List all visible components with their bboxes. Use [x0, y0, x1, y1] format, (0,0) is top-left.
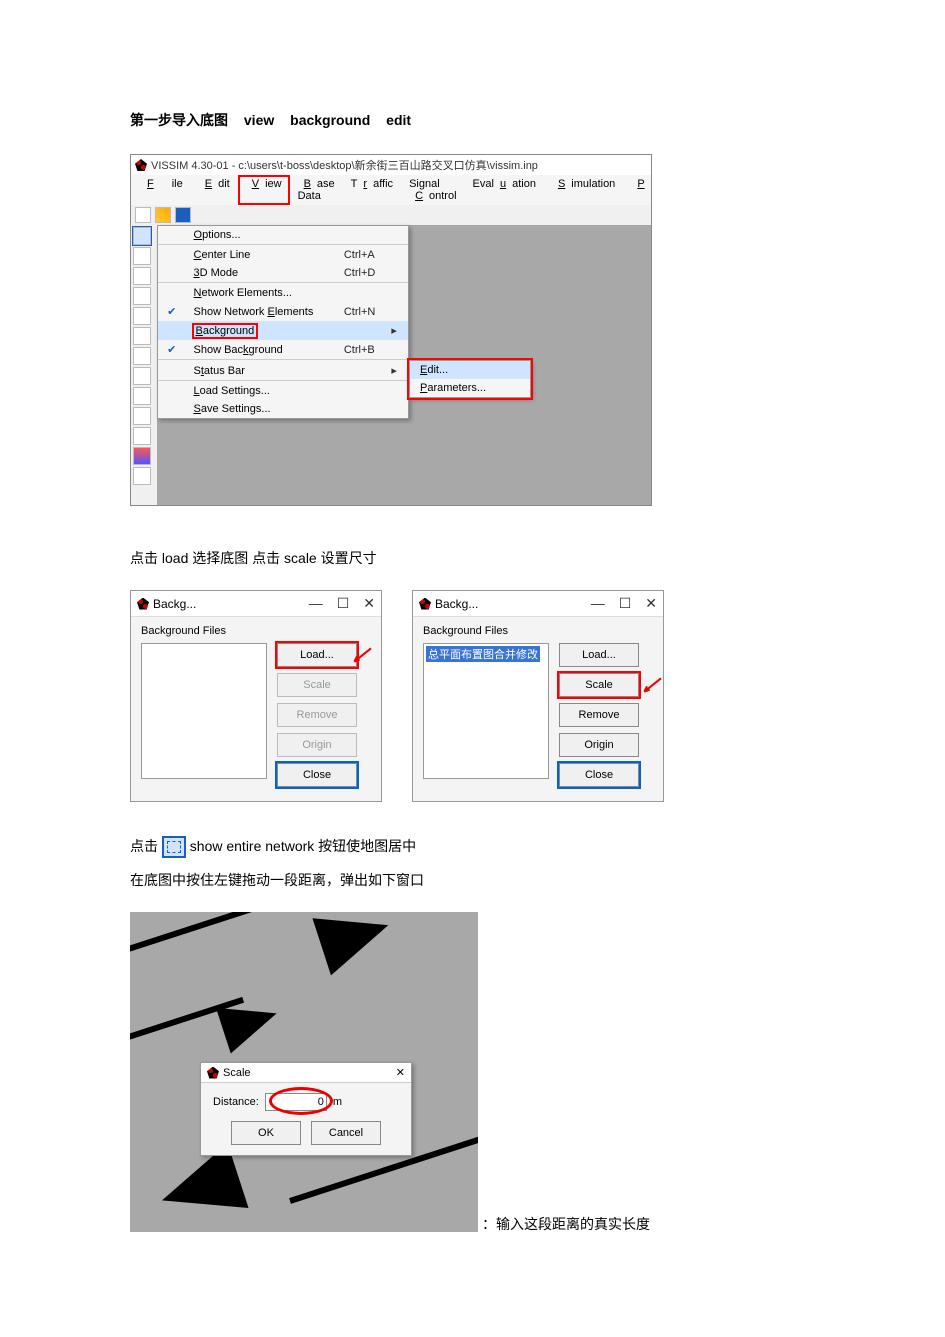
menu-simulation[interactable]: Simulation	[546, 177, 621, 203]
view-dropdown[interactable]: Options... Center LineCtrl+A 3D ModeCtrl…	[157, 225, 409, 419]
distance-label: Distance:	[213, 1096, 259, 1108]
menu-edit[interactable]: Edit	[193, 177, 236, 203]
step-menu1: view	[244, 112, 274, 128]
remove-button[interactable]: Remove	[277, 703, 357, 727]
anchor-icon[interactable]	[133, 367, 151, 385]
show-entire-network-icon	[162, 836, 186, 858]
menu-traffic[interactable]: Traffic	[345, 177, 399, 203]
step-prefix: 第一步导入底图	[130, 112, 228, 128]
menu-save-settings[interactable]: Save Settings...	[158, 400, 408, 418]
pan-icon[interactable]	[133, 287, 151, 305]
close-button[interactable]: Close	[277, 763, 357, 787]
run-icon[interactable]	[133, 307, 151, 325]
background-dialog-loaded: Backg... — ☐ ✕ Background Files 总平面布置图合并…	[412, 590, 664, 802]
menu-file[interactable]: File	[135, 177, 189, 203]
tool-palette	[131, 225, 157, 505]
menu-show-network-elements[interactable]: ✔Show Network ElementsCtrl+N	[158, 302, 408, 321]
load-button[interactable]: Load...	[559, 643, 639, 667]
menu-3dmode[interactable]: 3D ModeCtrl+D	[158, 264, 408, 283]
files-listbox[interactable]: 总平面布置图合并修改	[423, 643, 549, 779]
select-icon[interactable]	[133, 227, 151, 245]
app-icon	[207, 1067, 219, 1079]
vissim-window: VISSIM 4.30-01 - c:\users\t-boss\desktop…	[130, 154, 652, 506]
minimize-icon[interactable]: —	[591, 595, 605, 612]
load-button[interactable]: Load...	[277, 643, 357, 667]
background-dialog-empty: Backg... — ☐ ✕ Background Files Load... …	[130, 590, 382, 802]
menu-background[interactable]: Background▸	[158, 321, 408, 340]
close-icon[interactable]: ✕	[363, 595, 375, 612]
step-menu2: background	[290, 112, 370, 128]
step-menu3: edit	[386, 112, 411, 128]
minimize-icon[interactable]: —	[309, 595, 323, 612]
signal-icon[interactable]	[133, 407, 151, 425]
unit-label: m	[333, 1096, 342, 1108]
files-label: Background Files	[423, 625, 653, 637]
scale-button[interactable]: Scale	[559, 673, 639, 697]
step-heading: 第一步导入底图 view background edit	[130, 110, 835, 130]
cancel-button[interactable]: Cancel	[311, 1121, 381, 1145]
menu-load-settings[interactable]: Load Settings...	[158, 382, 408, 400]
zoom-in-icon[interactable]	[133, 267, 151, 285]
close-icon[interactable]: ✕	[645, 595, 657, 612]
menu-basedata[interactable]: Base Data	[292, 177, 341, 203]
origin-button[interactable]: Origin	[277, 733, 357, 757]
dialog-title: Backg...	[435, 597, 478, 611]
detector-icon[interactable]	[133, 427, 151, 445]
files-listbox[interactable]	[141, 643, 267, 779]
canvas-area: Options... Center LineCtrl+A 3D ModeCtrl…	[157, 225, 651, 505]
ok-button[interactable]: OK	[231, 1121, 301, 1145]
instruction-entire-network: 点击 show entire network 按钮使地图居中	[130, 832, 835, 860]
window-title: VISSIM 4.30-01 - c:\users\t-boss\desktop…	[151, 157, 538, 173]
maximize-icon[interactable]: ☐	[619, 595, 632, 612]
maximize-icon[interactable]: ☐	[337, 595, 350, 612]
menu-options[interactable]: Options...	[158, 226, 408, 245]
misc-icon[interactable]	[133, 467, 151, 485]
menu-statusbar[interactable]: Status Bar▸	[158, 361, 408, 381]
menu-view[interactable]: View	[240, 177, 288, 203]
bus-icon[interactable]	[133, 447, 151, 465]
app-icon	[419, 598, 431, 610]
background-submenu[interactable]: Edit... Parameters...	[409, 360, 531, 398]
instruction-drag: 在底图中按住左键拖动一段距离，弹出如下窗口	[130, 866, 835, 894]
scale-caption: ：输入这段距离的真实长度	[482, 1214, 650, 1238]
menu-network-elements[interactable]: Network Elements...	[158, 284, 408, 302]
submenu-edit[interactable]: Edit...	[410, 361, 530, 379]
zoom-icon[interactable]	[133, 247, 151, 265]
tool-save-icon[interactable]	[175, 207, 191, 223]
app-icon	[137, 598, 149, 610]
scale-dialog: Scale ✕ Distance: m OK Cancel	[200, 1062, 412, 1156]
menu-centerline[interactable]: Center LineCtrl+A	[158, 246, 408, 264]
menu-p[interactable]: P	[625, 177, 656, 203]
titlebar: VISSIM 4.30-01 - c:\users\t-boss\desktop…	[131, 155, 651, 175]
files-label: Background Files	[141, 625, 371, 637]
distance-input[interactable]	[265, 1093, 327, 1111]
submenu-parameters[interactable]: Parameters...	[410, 379, 530, 397]
menubar[interactable]: File Edit View Base Data Traffic Signal …	[131, 175, 651, 205]
instruction-load-scale: 点击 load 选择底图 点击 scale 设置尺寸	[130, 544, 835, 572]
connector-icon[interactable]	[133, 347, 151, 365]
menu-signal[interactable]: Signal Control	[403, 177, 462, 203]
close-icon[interactable]: ✕	[396, 1066, 405, 1079]
tool-new-icon[interactable]	[135, 207, 151, 223]
text-entire-network: show entire network 按钮使地图居中	[190, 838, 416, 854]
menu-show-background[interactable]: ✔Show BackgroundCtrl+B	[158, 340, 408, 360]
link-icon[interactable]	[133, 327, 151, 345]
scale-title: Scale	[223, 1067, 251, 1079]
dialog-title: Backg...	[153, 597, 196, 611]
vehicle-icon[interactable]	[133, 387, 151, 405]
scale-button[interactable]: Scale	[277, 673, 357, 697]
list-item[interactable]: 总平面布置图合并修改	[426, 646, 540, 662]
tool-open-icon[interactable]	[155, 207, 171, 223]
close-button[interactable]: Close	[559, 763, 639, 787]
remove-button[interactable]: Remove	[559, 703, 639, 727]
toolbar	[131, 205, 651, 225]
scale-screenshot: Scale ✕ Distance: m OK Cancel	[130, 912, 478, 1232]
text-click: 点击	[130, 838, 158, 854]
app-icon	[135, 159, 147, 171]
origin-button[interactable]: Origin	[559, 733, 639, 757]
menu-evaluation[interactable]: Evaluation	[467, 177, 542, 203]
